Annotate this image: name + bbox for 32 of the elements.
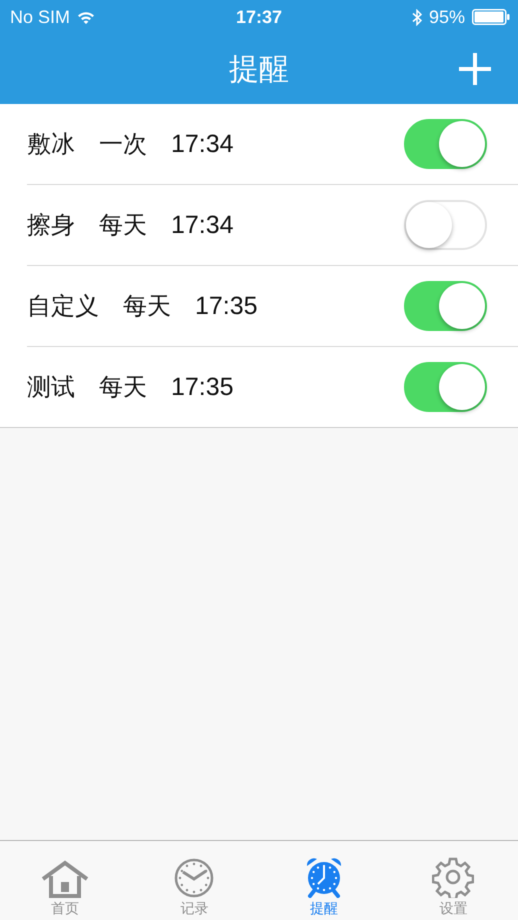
battery-text: 95% xyxy=(428,6,465,28)
reminder-time: 17:34 xyxy=(171,210,234,240)
tab-item[interactable]: 记录 xyxy=(130,841,259,920)
toggle-switch[interactable] xyxy=(404,119,487,169)
toggle-switch[interactable] xyxy=(404,281,487,331)
repeat-text: 每天 xyxy=(123,291,171,322)
toggle-switch[interactable] xyxy=(404,362,487,412)
battery-icon xyxy=(472,9,510,25)
gear-icon xyxy=(432,856,474,898)
clock-icon xyxy=(174,858,214,898)
carrier-text: No SIM xyxy=(10,6,70,28)
reminder-time: 17:35 xyxy=(195,292,258,320)
reminder-name: 敷冰 xyxy=(27,129,75,160)
repeat-text: 每天 xyxy=(99,210,147,241)
repeat-text: 每天 xyxy=(99,372,147,403)
reminder-time: 17:35 xyxy=(171,372,234,402)
reminder-name: 擦身 xyxy=(27,210,75,241)
nav-title: 提醒 xyxy=(229,50,289,88)
tab-item[interactable]: 设置 xyxy=(388,841,518,920)
reminder-name: 自定义 xyxy=(27,291,99,322)
reminder-name: 测试 xyxy=(27,372,75,403)
repeat-text: 一次 xyxy=(99,129,147,160)
toggle-switch[interactable] xyxy=(404,200,487,250)
house-icon xyxy=(40,860,90,898)
tab-item[interactable]: 首页 xyxy=(0,841,130,920)
add-button[interactable] xyxy=(458,52,492,86)
clock-text: 17:37 xyxy=(236,6,282,28)
wifi-icon xyxy=(77,10,96,24)
bluetooth-icon xyxy=(412,8,422,26)
tab-item[interactable]: 提醒 xyxy=(259,841,388,920)
plus-icon xyxy=(458,52,492,86)
reminder-time: 17:34 xyxy=(171,130,234,158)
